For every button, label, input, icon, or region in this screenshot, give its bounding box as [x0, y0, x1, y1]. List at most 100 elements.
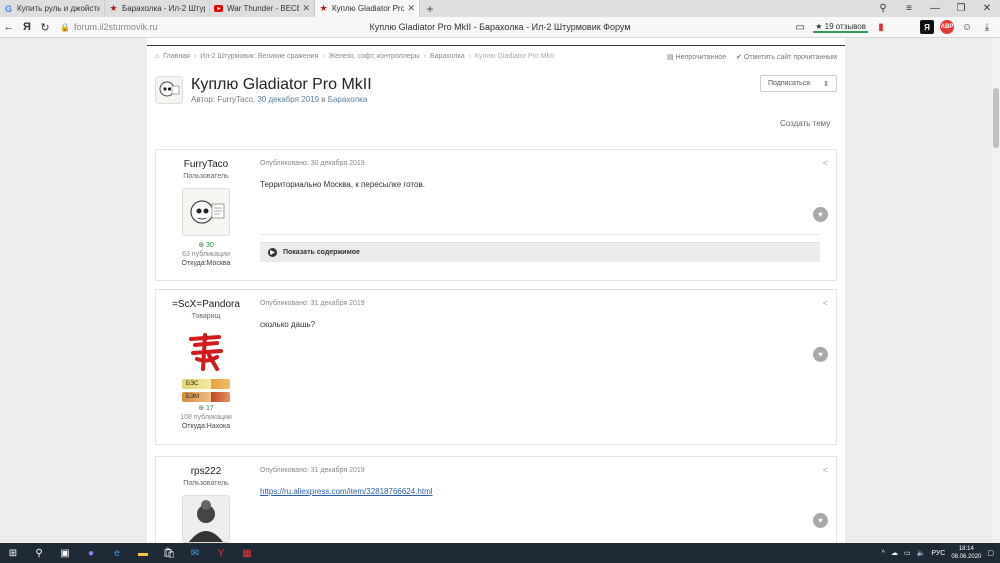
windows-start-icon[interactable]: ⊞: [0, 543, 26, 563]
rank-badge: БЭМ: [182, 392, 230, 402]
adblock-icon[interactable]: ABP: [940, 20, 954, 34]
author-name[interactable]: FurryTaco: [156, 159, 256, 170]
breadcrumb-item[interactable]: Главная: [163, 53, 190, 60]
reviews-star-icon: ★: [815, 21, 823, 31]
tab-label: Барахолка - Ил-2 Штурмо: [122, 4, 205, 13]
restore-icon[interactable]: ❐: [948, 3, 974, 14]
page-scrollbar[interactable]: [992, 38, 1000, 543]
address-bar: ← Я ↻ 🔒 forum.il2sturmovik.ru Куплю Glad…: [0, 17, 1000, 38]
like-button[interactable]: ♥: [813, 207, 828, 222]
share-icon[interactable]: <: [823, 158, 828, 168]
avatar[interactable]: [182, 328, 230, 376]
back-arrow-icon[interactable]: ←: [0, 21, 18, 33]
menu-icon[interactable]: ≡: [896, 3, 922, 14]
app-icon[interactable]: ▦: [234, 543, 260, 563]
browser-tab-1[interactable]: G Купить руль и джойстик д: [0, 0, 105, 17]
cloud-icon[interactable]: ☁: [891, 549, 898, 557]
google-favicon-icon: G: [4, 3, 12, 14]
topic-forum-link[interactable]: Барахолка: [328, 95, 368, 104]
reviews-text: 19 отзывов: [824, 21, 866, 31]
post-link[interactable]: https://ru.aliexpress.com/item/328187666…: [260, 487, 433, 496]
heart-icon: ♥: [818, 210, 823, 219]
like-button[interactable]: ♥: [813, 513, 828, 528]
home-icon: ⌂: [155, 53, 160, 60]
like-button[interactable]: ♥: [813, 347, 828, 362]
close-tab-icon[interactable]: ✕: [407, 3, 415, 14]
yandex-disk-icon[interactable]: Я: [920, 20, 934, 34]
browser-tab-2[interactable]: ★ Барахолка - Ил-2 Штурмо: [105, 0, 210, 17]
post-author: rps222 Пользователь: [156, 457, 256, 543]
language-indicator[interactable]: РУС: [931, 550, 945, 557]
notifications-icon[interactable]: ▢: [987, 549, 994, 557]
breadcrumb-item[interactable]: Железо, софт, контроллеры: [329, 53, 420, 60]
alice-icon[interactable]: ●: [78, 543, 104, 563]
volume-icon[interactable]: 🔈: [917, 549, 926, 557]
download-icon[interactable]: ⤓: [980, 20, 994, 34]
task-view-icon[interactable]: ▣: [52, 543, 78, 563]
spoiler-toggle[interactable]: ▶ Показать содержимое: [260, 242, 820, 262]
window-controls: ⚲ ≡ — ❐ ✕: [870, 0, 1000, 17]
close-tab-icon[interactable]: ✕: [302, 3, 310, 14]
star-favicon-icon: ★: [109, 3, 118, 13]
post-body: Территориально Москва, к пересылке готов…: [260, 180, 425, 189]
reader-icon[interactable]: ▭: [793, 20, 807, 34]
post-divider: [260, 234, 820, 235]
chevron-up-icon[interactable]: ^: [882, 550, 885, 557]
post-author: FurryTaco Пользователь ⊕ 30 63 публикаци…: [156, 150, 256, 267]
avatar[interactable]: [182, 188, 230, 236]
author-role: Пользователь: [183, 480, 229, 487]
search-icon[interactable]: ⚲: [26, 543, 52, 563]
avatar[interactable]: [182, 495, 230, 543]
plus-circle-icon: ⊕: [198, 242, 205, 249]
explorer-icon[interactable]: ▬: [130, 543, 156, 563]
author-name[interactable]: rps222: [156, 466, 256, 477]
address-bar-actions: ▭ ★ 19 отзывов ▮ Я ABP ☺ ⤓: [793, 20, 1000, 34]
bookmark-icon[interactable]: ▮: [874, 20, 888, 34]
youtube-favicon-icon: [214, 4, 223, 13]
create-topic-button[interactable]: Создать тему: [780, 119, 830, 128]
breadcrumb-item[interactable]: Ил-2 Штурмовик: Великие сражения: [200, 53, 318, 60]
extensions-icon[interactable]: ☺: [960, 20, 974, 34]
close-window-icon[interactable]: ✕: [974, 3, 1000, 14]
new-tab-button[interactable]: +: [420, 0, 440, 17]
yandex-icon[interactable]: Я: [18, 21, 36, 33]
pin-icon[interactable]: ⚲: [870, 3, 896, 14]
rank-badge: БЭС: [182, 379, 230, 389]
post-count: 63 публикации: [182, 251, 230, 258]
post-date[interactable]: Опубликовано: 31 декабря 2019: [260, 300, 365, 307]
edge-icon[interactable]: e: [104, 543, 130, 563]
plus-circle-icon: ⊕: [198, 405, 205, 412]
post-date[interactable]: Опубликовано: 31 декабря 2019: [260, 467, 365, 474]
post-date[interactable]: Опубликовано: 30 декабря 2019: [260, 160, 365, 167]
url-field[interactable]: 🔒 forum.il2sturmovik.ru: [60, 20, 160, 35]
unread-link[interactable]: ▤ Непрочитанное: [667, 53, 726, 61]
author-role: Товарищ: [191, 313, 221, 320]
browser-tab-4[interactable]: ★ Куплю Gladiator Pro MkI ✕: [315, 0, 420, 17]
page-viewport: ⌂ Главная › Ил-2 Штурмовик: Великие сраже…: [0, 38, 992, 543]
mail-icon[interactable]: ✉: [182, 543, 208, 563]
author-name[interactable]: =ScX=Pandora: [156, 299, 256, 310]
topic-author-avatar[interactable]: [155, 76, 183, 104]
store-icon[interactable]: 🛍: [156, 543, 182, 563]
page-title: Куплю Gladiator Pro MkII: [191, 76, 372, 93]
post: FurryTaco Пользователь ⊕ 30 63 публикаци…: [155, 149, 837, 281]
browser-tab-3[interactable]: War Thunder - ВЕСЕЛ ✕: [210, 0, 315, 17]
post-count: 108 публикации: [180, 414, 232, 421]
minimize-icon[interactable]: —: [922, 3, 948, 14]
clock[interactable]: 18:14 08.06.2020: [951, 545, 981, 561]
breadcrumb-actions: ▤ Непрочитанное ✔ Отметить сайт прочитан…: [667, 53, 837, 61]
share-icon[interactable]: <: [823, 298, 828, 308]
reputation: ⊕ 30: [198, 242, 214, 249]
mark-read-link[interactable]: ✔ Отметить сайт прочитанным: [736, 53, 837, 61]
topic-date-link[interactable]: 30 декабря 2019: [257, 95, 319, 104]
yandex-browser-icon[interactable]: Y: [208, 543, 234, 563]
reload-icon[interactable]: ↻: [36, 21, 54, 34]
share-icon[interactable]: <: [823, 465, 828, 475]
reviews-badge[interactable]: ★ 19 отзывов: [813, 22, 868, 33]
breadcrumb-current: Куплю Gladiator Pro MkII: [474, 53, 555, 60]
browser-page-title: Куплю Gladiator Pro MkII - Барахолка - И…: [369, 22, 631, 32]
follow-button[interactable]: Подписаться ⇕: [760, 75, 837, 92]
network-icon[interactable]: ▭: [904, 549, 911, 557]
breadcrumb-item[interactable]: Барахолка: [430, 53, 465, 60]
scrollbar-thumb[interactable]: [993, 88, 999, 148]
